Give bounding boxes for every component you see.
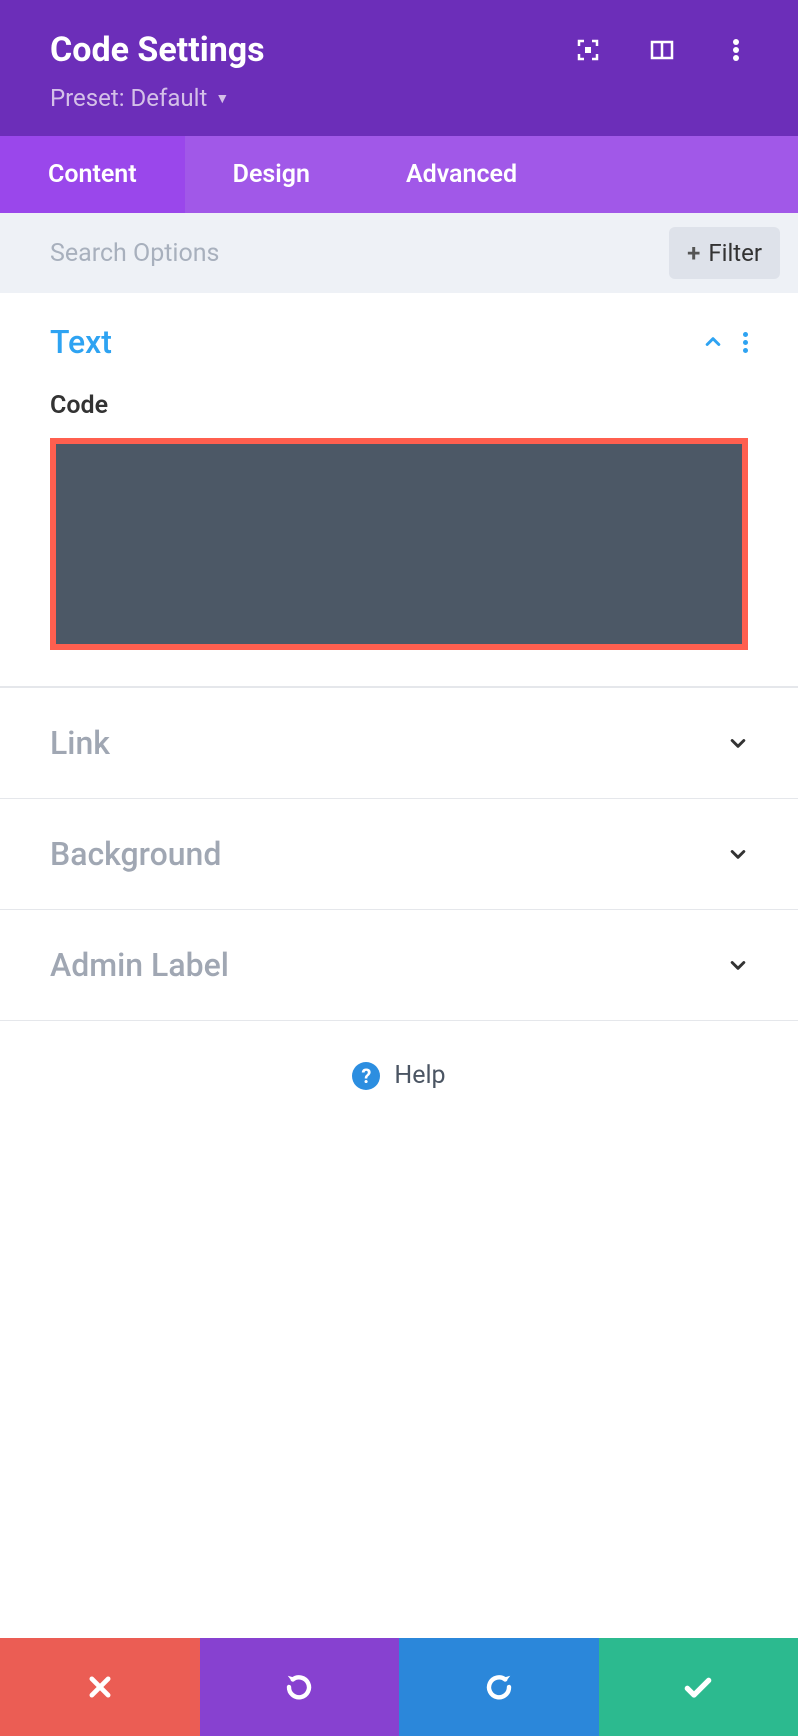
more-icon[interactable]	[724, 38, 748, 62]
section-background[interactable]: Background	[0, 798, 798, 909]
expand-icon[interactable]	[576, 38, 600, 62]
redo-icon	[484, 1672, 514, 1702]
code-label: Code	[50, 391, 748, 420]
close-icon	[86, 1673, 114, 1701]
header: Code Settings	[0, 0, 798, 136]
help-label: Help	[394, 1061, 445, 1090]
section-link-title: Link	[50, 724, 110, 762]
search-row: + Filter	[0, 213, 798, 293]
tab-advanced[interactable]: Advanced	[358, 136, 565, 213]
tab-design[interactable]: Design	[185, 136, 358, 213]
footer	[0, 1638, 798, 1736]
redo-button[interactable]	[399, 1638, 599, 1736]
filter-button[interactable]: + Filter	[669, 227, 780, 279]
section-more-icon[interactable]	[743, 332, 748, 353]
section-text-controls	[703, 332, 748, 353]
panel-icon[interactable]	[650, 38, 674, 62]
caret-down-icon: ▼	[215, 90, 229, 107]
section-text-title: Text	[50, 323, 112, 361]
tab-content[interactable]: Content	[0, 136, 185, 213]
section-link[interactable]: Link	[0, 687, 798, 798]
cancel-button[interactable]	[0, 1638, 200, 1736]
code-textarea[interactable]	[56, 444, 742, 644]
preset-selector[interactable]: Preset: Default ▼	[50, 84, 748, 112]
header-top: Code Settings	[50, 30, 748, 70]
preset-label: Preset: Default	[50, 84, 207, 112]
section-text-body: Code	[0, 391, 798, 686]
save-button[interactable]	[599, 1638, 798, 1736]
help-button[interactable]: ? Help	[0, 1021, 798, 1130]
chevron-up-icon[interactable]	[703, 332, 723, 352]
chevron-down-icon	[728, 955, 748, 975]
help-icon: ?	[352, 1062, 380, 1090]
section-admin-label-title: Admin Label	[50, 946, 229, 984]
page-title: Code Settings	[50, 30, 265, 70]
undo-button[interactable]	[200, 1638, 400, 1736]
filter-label: Filter	[708, 239, 762, 267]
section-text-header[interactable]: Text	[0, 293, 798, 391]
plus-icon: +	[687, 239, 700, 267]
chevron-down-icon	[728, 844, 748, 864]
code-field-highlight	[50, 438, 748, 650]
undo-icon	[284, 1672, 314, 1702]
section-text: Text Code	[0, 293, 798, 687]
tabs: Content Design Advanced	[0, 136, 798, 213]
header-icons	[576, 38, 748, 62]
search-input[interactable]	[50, 239, 669, 268]
section-admin-label[interactable]: Admin Label	[0, 909, 798, 1021]
section-background-title: Background	[50, 835, 221, 873]
check-icon	[682, 1671, 714, 1703]
chevron-down-icon	[728, 733, 748, 753]
